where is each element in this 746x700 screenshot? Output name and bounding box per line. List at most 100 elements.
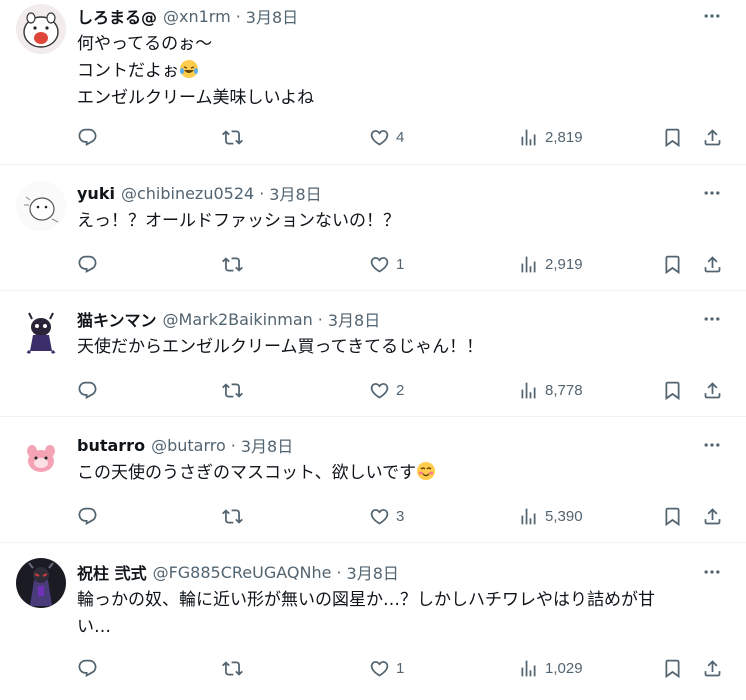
view-count: 8,778: [545, 381, 583, 399]
tweet-text-line: コントだよぉ: [77, 61, 179, 81]
views-button[interactable]: 5,390: [518, 503, 583, 529]
tweet-actions: 3 5,390: [0, 503, 746, 529]
more-options-button[interactable]: [700, 560, 724, 584]
tweet-header: しろまる@ @xn1rm · 3月8日: [77, 4, 298, 28]
like-count: 4: [396, 128, 405, 146]
tweet-date[interactable]: 3月8日: [241, 433, 293, 457]
retweet-button[interactable]: [222, 655, 243, 681]
tweet[interactable]: 猫キンマン @Mark2Baikinman · 3月8日 天使だからエンゼルクリ…: [0, 291, 746, 417]
separator-dot: ·: [230, 435, 236, 455]
tweet-date[interactable]: 3月8日: [269, 181, 321, 205]
user-handle[interactable]: @FG885CReUGAQNhe: [153, 563, 332, 582]
heart-icon: [370, 256, 389, 273]
more-icon: [704, 14, 720, 18]
more-icon: [704, 443, 720, 447]
retweet-icon: [222, 382, 243, 398]
like-button[interactable]: 1: [369, 655, 404, 681]
share-button[interactable]: [702, 124, 723, 150]
tweet-actions: 2 8,778: [0, 377, 746, 403]
tweet[interactable]: 祝柱 弐式 @FG885CReUGAQNhe · 3月8日 輪っかの奴、輪に近い…: [0, 543, 746, 696]
more-options-button[interactable]: [700, 4, 724, 28]
like-button[interactable]: 4: [369, 124, 404, 150]
laughing-crying-emoji: [180, 60, 198, 78]
avatar[interactable]: [16, 4, 66, 54]
tweet-actions: 4 2,819: [0, 124, 746, 150]
display-name[interactable]: しろまる@: [77, 4, 157, 28]
user-handle[interactable]: @Mark2Baikinman: [163, 310, 313, 329]
tweet-date[interactable]: 3月8日: [246, 4, 298, 28]
retweet-button[interactable]: [222, 251, 243, 277]
reply-icon: [78, 381, 97, 399]
share-button[interactable]: [702, 251, 723, 277]
user-handle[interactable]: @butarro: [151, 436, 226, 455]
bookmark-button[interactable]: [662, 377, 683, 403]
user-handle[interactable]: @chibinezu0524: [121, 184, 254, 203]
reply-button[interactable]: [77, 377, 98, 403]
reply-feed: しろまる@ @xn1rm · 3月8日 何やってるのぉ～ コントだよぉ エンゼル…: [0, 0, 746, 696]
analytics-icon: [521, 508, 536, 524]
display-name[interactable]: 祝柱 弐式: [77, 560, 147, 584]
separator-dot: ·: [336, 562, 342, 582]
view-count: 2,819: [545, 128, 583, 146]
bookmark-button[interactable]: [662, 655, 683, 681]
views-button[interactable]: 2,819: [518, 124, 583, 150]
bookmark-button[interactable]: [662, 124, 683, 150]
like-count: 3: [396, 507, 405, 525]
more-options-button[interactable]: [700, 181, 724, 205]
retweet-button[interactable]: [222, 124, 243, 150]
more-options-button[interactable]: [700, 433, 724, 457]
reply-button[interactable]: [77, 124, 98, 150]
share-button[interactable]: [702, 655, 723, 681]
tweet-text-line: 何やってるのぉ～: [77, 34, 213, 54]
bookmark-icon: [665, 659, 680, 678]
bookmark-button[interactable]: [662, 251, 683, 277]
avatar[interactable]: [16, 433, 66, 483]
share-icon: [704, 381, 721, 398]
views-button[interactable]: 1,029: [518, 655, 583, 681]
display-name[interactable]: 猫キンマン: [77, 307, 157, 331]
retweet-button[interactable]: [222, 377, 243, 403]
reply-button[interactable]: [77, 251, 98, 277]
reply-button[interactable]: [77, 503, 98, 529]
avatar[interactable]: [16, 307, 66, 357]
tweet[interactable]: しろまる@ @xn1rm · 3月8日 何やってるのぉ～ コントだよぉ エンゼル…: [0, 0, 746, 165]
avatar[interactable]: [16, 558, 66, 608]
retweet-button[interactable]: [222, 503, 243, 529]
view-count: 1,029: [545, 659, 583, 677]
retweet-icon: [222, 508, 243, 524]
tweet-text-line: この天使のうさぎのマスコット、欲しいです: [77, 463, 417, 483]
like-count: 1: [396, 659, 405, 677]
tweet-header: butarro @butarro · 3月8日: [77, 433, 293, 457]
like-button[interactable]: 2: [369, 377, 404, 403]
display-name[interactable]: yuki: [77, 184, 115, 203]
user-handle[interactable]: @xn1rm: [163, 7, 231, 26]
reply-icon: [78, 255, 97, 273]
tweet-actions: 1 1,029: [0, 655, 746, 681]
share-button[interactable]: [702, 503, 723, 529]
heart-icon: [370, 382, 389, 399]
heart-icon: [370, 129, 389, 146]
views-button[interactable]: 2,919: [518, 251, 583, 277]
share-button[interactable]: [702, 377, 723, 403]
display-name[interactable]: butarro: [77, 436, 145, 455]
reply-button[interactable]: [77, 655, 98, 681]
more-options-button[interactable]: [700, 307, 724, 331]
views-button[interactable]: 8,778: [518, 377, 583, 403]
avatar[interactable]: [16, 181, 66, 231]
tweet-text-line: い…: [77, 617, 111, 637]
more-icon: [704, 570, 720, 574]
bookmark-button[interactable]: [662, 503, 683, 529]
retweet-icon: [222, 129, 243, 145]
more-icon: [704, 191, 720, 195]
tweet-header: yuki @chibinezu0524 · 3月8日: [77, 181, 322, 205]
separator-dot: ·: [317, 309, 323, 329]
tweet-date[interactable]: 3月8日: [328, 307, 380, 331]
tweet[interactable]: yuki @chibinezu0524 · 3月8日 えっ！？オールドファッショ…: [0, 165, 746, 291]
like-button[interactable]: 3: [369, 503, 404, 529]
tweet[interactable]: butarro @butarro · 3月8日 この天使のうさぎのマスコット、欲…: [0, 417, 746, 543]
analytics-icon: [521, 129, 536, 145]
tweet-text: 輪っかの奴、輪に近い形が無いの図星か…？しかしハチワレやはり詰めが甘 い…: [77, 587, 706, 641]
like-button[interactable]: 1: [369, 251, 404, 277]
tweet-date[interactable]: 3月8日: [347, 560, 399, 584]
tweet-text: えっ！？オールドファッションないの！？: [77, 208, 706, 235]
